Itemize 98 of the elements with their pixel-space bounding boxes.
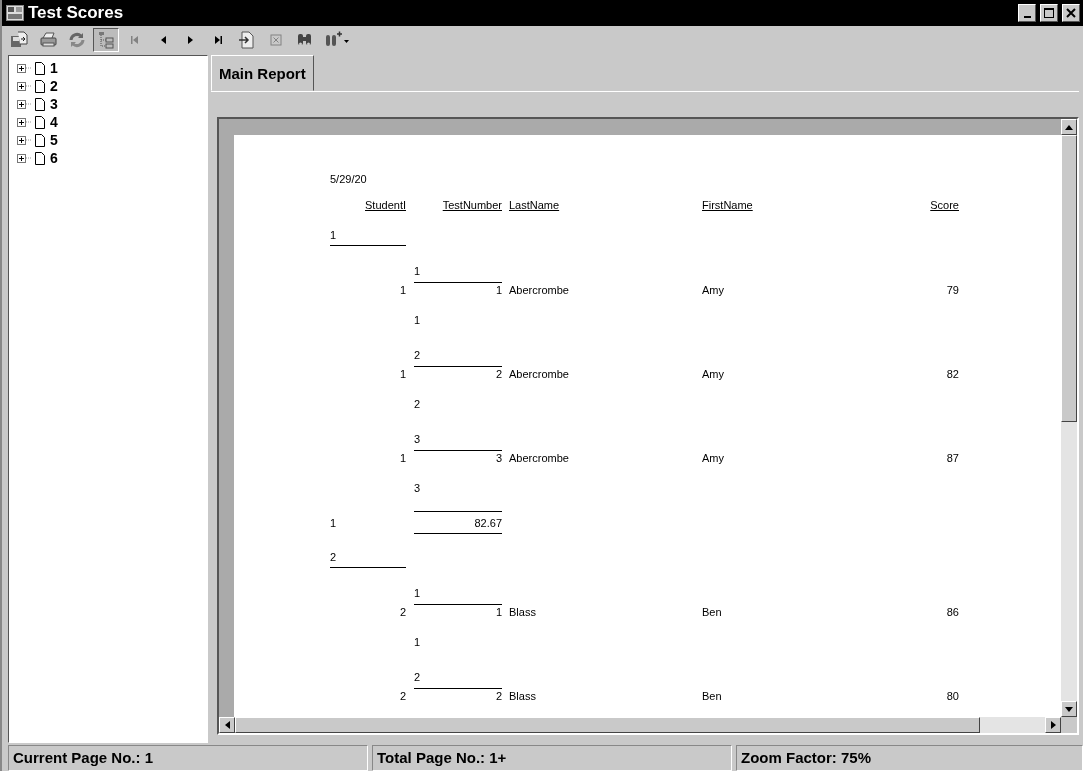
report-tab[interactable]: Main Report [211, 55, 314, 91]
table-cell-text: 2 [494, 367, 502, 381]
table-cell-text: Abercrombe [509, 451, 570, 465]
table-cell-text: 1 [398, 451, 406, 465]
table-cell-text: Abercrombe [509, 367, 570, 381]
table-cell-text: Amy [702, 367, 725, 381]
test-group-header: 2 [414, 348, 502, 367]
tree-item[interactable]: 6 [50, 150, 58, 166]
tree-item[interactable]: 3 [50, 96, 58, 112]
expand-toggle[interactable] [17, 117, 26, 127]
status-panel: Current Page No.: 1 [8, 745, 368, 771]
table-cell-text: 3 [494, 451, 502, 465]
table-cell-text: 2 [494, 689, 502, 703]
left-arrow-icon [224, 721, 230, 729]
column-header: TestNumber [441, 198, 502, 212]
table-cell-text: Abercrombe [509, 283, 570, 297]
group-header: 2 [330, 550, 406, 568]
minimize-button[interactable] [1018, 4, 1036, 22]
scroll-right-button[interactable] [1045, 717, 1061, 733]
table-cell-text: 80 [945, 689, 959, 703]
tree-item[interactable]: 5 [50, 132, 58, 148]
group-footer: 1 [330, 515, 406, 530]
tree-connector-line [26, 103, 32, 105]
test-group-header: 3 [414, 432, 502, 451]
expand-toggle[interactable] [17, 99, 26, 109]
column-header: StudentI [364, 198, 406, 212]
next-page-icon [187, 36, 193, 44]
report-date: 5/29/20 [330, 172, 368, 186]
up-arrow-icon [1065, 124, 1073, 130]
close-icon [1066, 8, 1076, 18]
table-cell-text: 2 [398, 605, 406, 619]
column-header: LastName [509, 198, 561, 212]
tree-connector-line [26, 157, 32, 159]
export-icon [9, 30, 29, 50]
tree-connector-line [26, 85, 32, 87]
table-cell-text: Amy [702, 451, 725, 465]
window-title: Test Scores [28, 3, 124, 23]
status-panel: Zoom Factor: 75% [736, 745, 1083, 771]
tree-connector-line [26, 121, 32, 123]
table-cell-text: 2 [398, 689, 406, 703]
page-icon [35, 79, 45, 93]
tree-item[interactable]: 1 [50, 60, 58, 76]
table-cell-text: 1 [398, 283, 406, 297]
page-icon [35, 61, 45, 75]
table-cell-text: 86 [945, 605, 959, 619]
go-to-page-icon [237, 30, 257, 50]
group-tree-icon [96, 30, 116, 50]
previous-page-icon [160, 36, 166, 44]
test-group-header: 1 [414, 264, 502, 283]
scroll-left-button[interactable] [219, 717, 235, 733]
expand-toggle[interactable] [17, 153, 26, 163]
refresh-icon [67, 30, 87, 50]
tree-item[interactable]: 4 [50, 114, 58, 130]
group-header: 1 [330, 228, 406, 246]
status-panel: Total Page No.: 1+ [372, 745, 732, 771]
table-cell-text: 79 [945, 283, 959, 297]
expand-toggle[interactable] [17, 135, 26, 145]
table-cell-text: 1 [494, 283, 502, 297]
app-icon [6, 5, 24, 21]
tree-connector-line [26, 139, 32, 141]
expand-toggle[interactable] [17, 63, 26, 73]
tree-item[interactable]: 2 [50, 78, 58, 94]
average-value: 82.67 [414, 511, 502, 534]
table-cell-text: Ben [702, 689, 723, 703]
scroll-down-button[interactable] [1061, 701, 1077, 717]
table-cell-text: 82 [945, 367, 959, 381]
column-header: FirstName [702, 198, 754, 212]
printer-icon [38, 30, 58, 50]
table-cell-text: Amy [702, 283, 725, 297]
test-group-footer: 1 [414, 313, 502, 327]
table-cell-text: Blass [509, 605, 537, 619]
test-group-header: 2 [414, 670, 502, 689]
table-cell-text: 1 [494, 605, 502, 619]
down-arrow-icon [1065, 706, 1073, 712]
maximize-button[interactable] [1040, 4, 1058, 22]
table-cell-text: 87 [945, 451, 959, 465]
table-cell-text: Blass [509, 689, 537, 703]
minimize-icon [1023, 16, 1031, 18]
vertical-scrollbar[interactable] [1061, 119, 1077, 717]
test-group-footer: 2 [414, 397, 502, 411]
test-group-footer: 1 [414, 635, 502, 649]
page-icon [35, 115, 45, 129]
close-button[interactable] [1062, 4, 1080, 22]
scroll-up-button[interactable] [1061, 119, 1077, 135]
page-icon [35, 151, 45, 165]
page-icon [35, 97, 45, 111]
right-arrow-icon [1050, 721, 1056, 729]
table-cell-text: Ben [702, 605, 723, 619]
maximize-icon [1044, 8, 1054, 18]
test-group-header: 1 [414, 586, 502, 605]
test-group-footer: 3 [414, 481, 502, 495]
horizontal-scrollbar[interactable] [219, 717, 1077, 733]
expand-toggle[interactable] [17, 81, 26, 91]
table-cell-text: 1 [398, 367, 406, 381]
column-header: Score [929, 198, 959, 212]
tree-connector-line [26, 67, 32, 69]
page-icon [35, 133, 45, 147]
group-tree-button[interactable] [93, 28, 119, 52]
